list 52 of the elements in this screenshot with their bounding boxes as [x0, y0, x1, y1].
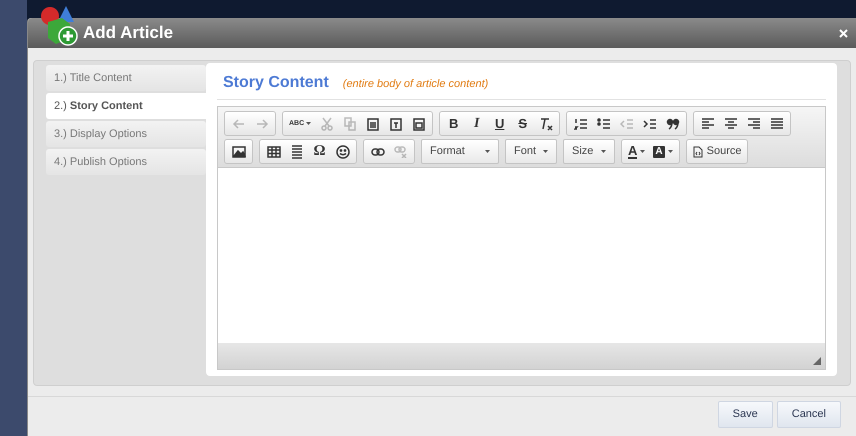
bullet-list-icon — [596, 118, 611, 130]
caret-icon — [306, 122, 312, 125]
background-color-button[interactable]: A — [649, 141, 677, 162]
unlink-icon — [394, 146, 408, 158]
dialog-button[interactable]: Save — [718, 401, 773, 428]
step-tab[interactable]: 4.) Publish Options — [46, 149, 206, 175]
copy-icon — [344, 116, 356, 130]
step-tab[interactable]: 3.) Display Options — [46, 121, 206, 147]
step-tab[interactable]: 1.) Title Content — [46, 65, 206, 91]
justify-icon — [770, 118, 784, 130]
clipboard-text-icon — [390, 116, 402, 130]
numbered-list-icon — [574, 118, 588, 130]
remove-format-icon — [538, 116, 553, 130]
link-icon — [370, 146, 384, 156]
bold-button[interactable]: B — [442, 113, 466, 134]
caret-icon — [668, 150, 673, 153]
section-heading: Story Content — [223, 73, 329, 93]
undo-icon — [232, 118, 246, 130]
clipboard-word-icon — [412, 116, 425, 130]
image-icon — [232, 146, 246, 158]
align-left-icon — [700, 118, 715, 130]
dropdown[interactable]: Font — [505, 139, 557, 164]
align-center-icon — [724, 118, 738, 130]
dropdown[interactable]: Format — [421, 139, 499, 164]
scissors-icon — [320, 116, 333, 130]
strikethrough-button[interactable]: S — [511, 113, 534, 134]
caret-icon — [485, 150, 490, 153]
text-color-button[interactable]: A — [624, 141, 650, 162]
dropdown[interactable]: Size — [563, 139, 615, 164]
document-icon — [692, 146, 703, 158]
dialog-button[interactable]: Cancel — [776, 401, 841, 428]
caret-icon — [601, 150, 606, 153]
special-character-button[interactable]: Ω — [308, 141, 331, 162]
indent-icon — [642, 118, 657, 130]
align-right-icon — [746, 118, 761, 130]
horizontal-line-icon — [290, 144, 302, 158]
redo-icon — [254, 118, 268, 130]
table-icon — [266, 146, 280, 158]
dialog-title: Add Article — [83, 22, 174, 44]
caret-icon — [543, 150, 548, 153]
quote-icon — [666, 118, 680, 130]
caret-icon — [640, 150, 646, 153]
smiley-icon — [336, 144, 350, 158]
outdent-icon — [620, 118, 634, 130]
close-icon[interactable] — [839, 28, 848, 38]
italic-button[interactable]: I — [465, 113, 488, 134]
section-note: (entire body of article content) — [342, 77, 488, 92]
resize-handle-icon[interactable] — [813, 357, 821, 365]
step-tab[interactable]: 2.) Story Content — [46, 93, 209, 119]
underline-button[interactable]: U — [488, 113, 512, 134]
clipboard-icon — [366, 116, 379, 130]
source-button[interactable]: Source — [688, 141, 746, 162]
